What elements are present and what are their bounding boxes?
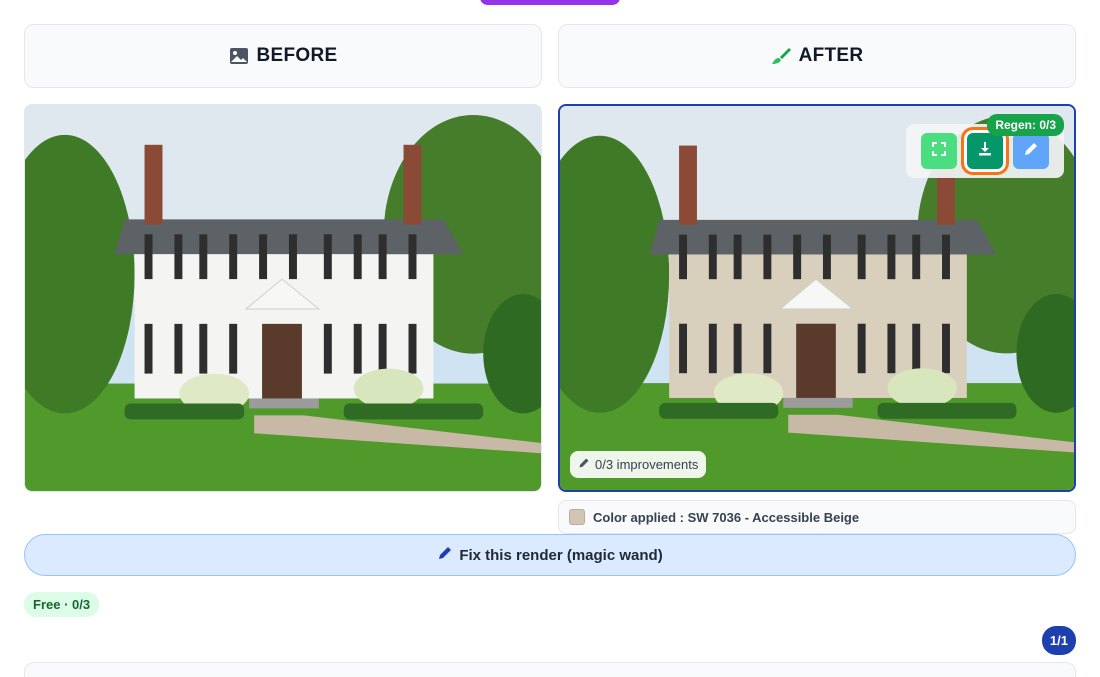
- fix-render-button[interactable]: Fix this render (magic wand): [24, 534, 1076, 576]
- before-title: BEFORE: [256, 45, 338, 66]
- edit-button[interactable]: [1013, 133, 1049, 169]
- pencil-icon: [1023, 141, 1039, 162]
- next-section-card: [24, 662, 1076, 677]
- before-header: BEFORE: [24, 24, 542, 88]
- fullscreen-icon: [931, 141, 947, 162]
- improvements-pill[interactable]: 0/3 improvements: [570, 451, 707, 478]
- plan-badge: Free · 0/3: [24, 592, 100, 617]
- before-house-photo: [25, 105, 541, 491]
- image-icon: [229, 47, 249, 65]
- pencil-icon: [437, 545, 453, 565]
- regen-badge: Regen: 0/3: [987, 114, 1064, 136]
- fix-render-label: Fix this render (magic wand): [459, 546, 663, 564]
- before-image[interactable]: [24, 104, 542, 492]
- after-header: AFTER: [558, 24, 1076, 88]
- pencil-icon: [578, 457, 590, 472]
- color-applied-text: Color applied : SW 7036 - Accessible Bei…: [593, 509, 860, 525]
- color-swatch: [569, 509, 585, 525]
- page: BEFORE AFTER Regen: 0/3 0/3 improvements…: [0, 0, 1100, 677]
- top-action-button[interactable]: [480, 0, 620, 5]
- after-title: AFTER: [798, 45, 864, 66]
- improvements-count: 0/3 improvements: [595, 457, 699, 472]
- page-counter[interactable]: 1/1: [1041, 626, 1076, 655]
- color-applied-row: Color applied : SW 7036 - Accessible Bei…: [558, 500, 1076, 534]
- after-image[interactable]: Regen: 0/3 0/3 improvements: [558, 104, 1076, 492]
- fullscreen-button[interactable]: [921, 133, 957, 169]
- download-button[interactable]: [967, 133, 1003, 169]
- brush-icon: [771, 46, 791, 66]
- download-icon: [977, 141, 993, 162]
